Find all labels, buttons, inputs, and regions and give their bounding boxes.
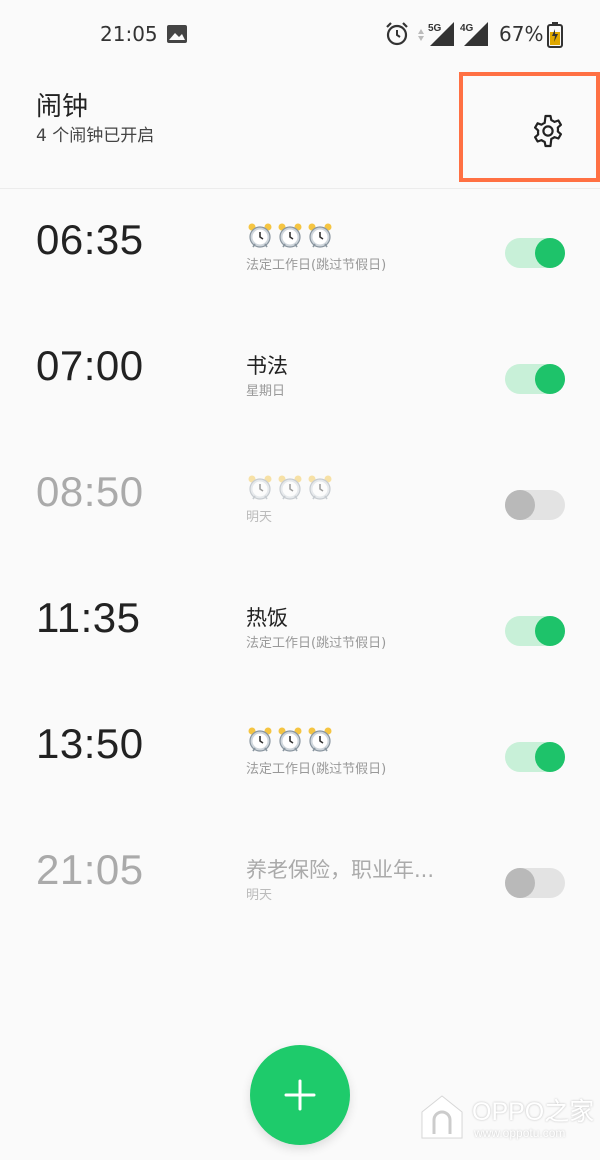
- alarm-repeat: 法定工作日(跳过节假日): [246, 258, 387, 273]
- alarm-toggle[interactable]: [505, 364, 565, 394]
- alarms-enabled-count: 4 个闹钟已开启: [36, 126, 155, 146]
- status-time: 21:05: [100, 22, 158, 46]
- toggle-knob: [535, 238, 565, 268]
- alarm-row[interactable]: 07:00 书法星期日: [0, 316, 600, 442]
- toggle-knob: [505, 868, 535, 898]
- alarm-clock-emoji-icons: [246, 474, 336, 500]
- toggle-knob: [535, 364, 565, 394]
- house-logo-icon: [421, 1095, 463, 1139]
- add-alarm-button[interactable]: [250, 1045, 350, 1145]
- toggle-knob: [535, 616, 565, 646]
- network-5g-label: 5G: [428, 23, 442, 34]
- alarm-label: 热饭: [246, 606, 288, 630]
- alarm-clock-icon: [308, 475, 332, 500]
- alarm-label: 书法: [246, 354, 288, 378]
- alarm-toggle[interactable]: [505, 238, 565, 268]
- alarm-clock-emoji-icons: [246, 726, 336, 752]
- status-bar: 21:05 5G 4G 67%: [0, 0, 600, 70]
- battery-charging-icon: [546, 21, 564, 53]
- gallery-icon: [166, 24, 188, 48]
- watermark-url: www.oppotu.com: [474, 1126, 566, 1140]
- alarm-icon: [384, 21, 410, 51]
- gear-icon: [534, 114, 562, 148]
- toggle-knob: [535, 742, 565, 772]
- alarm-clock-icon: [248, 223, 272, 248]
- alarm-row[interactable]: 21:05 养老保险，职业年... 明天: [0, 820, 600, 946]
- alarm-repeat: 明天: [246, 510, 273, 525]
- settings-button[interactable]: [526, 109, 570, 153]
- signal-5g-icon: 5G: [416, 20, 456, 52]
- network-4g-label: 4G: [460, 23, 474, 34]
- alarm-time: 13:50: [36, 720, 144, 767]
- alarm-clock-icon: [248, 475, 272, 500]
- alarm-time: 08:50: [36, 468, 144, 515]
- page-title: 闹钟: [36, 92, 89, 122]
- alarm-clock-icon: [248, 727, 272, 752]
- alarm-time: 07:00: [36, 342, 144, 389]
- battery-percent: 67%: [499, 22, 544, 46]
- alarm-row[interactable]: 08:50 明天: [0, 442, 600, 568]
- alarm-clock-icon: [308, 223, 332, 248]
- watermark-text: OPPO之家: [472, 1098, 595, 1126]
- alarm-toggle[interactable]: [505, 868, 565, 898]
- alarm-repeat: 明天: [246, 888, 273, 903]
- alarm-clock-icon: [278, 475, 302, 500]
- toggle-knob: [505, 490, 535, 520]
- signal-4g-icon: 4G: [458, 20, 490, 52]
- alarm-row[interactable]: 06:35 法定工作日(跳过节假日): [0, 190, 600, 316]
- alarm-clock-emoji-icons: [246, 222, 336, 248]
- alarm-clock-icon: [308, 727, 332, 752]
- alarm-label: 养老保险，职业年...: [246, 858, 435, 882]
- alarm-clock-icon: [278, 223, 302, 248]
- alarm-toggle[interactable]: [505, 742, 565, 772]
- alarm-clock-icon: [278, 727, 302, 752]
- alarm-time: 11:35: [36, 594, 141, 641]
- watermark: OPPO之家 www.oppotu.com: [418, 1090, 600, 1150]
- alarm-time: 06:35: [36, 216, 144, 263]
- alarm-row[interactable]: 11:35 热饭法定工作日(跳过节假日): [0, 568, 600, 694]
- header-divider: [0, 188, 600, 189]
- alarm-row[interactable]: 13:50 法定工作日(跳过节假日): [0, 694, 600, 820]
- alarm-toggle[interactable]: [505, 616, 565, 646]
- alarm-repeat: 法定工作日(跳过节假日): [246, 762, 387, 777]
- alarm-time: 21:05: [36, 846, 144, 893]
- plus-icon: [284, 1079, 316, 1111]
- alarm-repeat: 法定工作日(跳过节假日): [246, 636, 387, 651]
- alarm-repeat: 星期日: [246, 384, 286, 399]
- alarm-toggle[interactable]: [505, 490, 565, 520]
